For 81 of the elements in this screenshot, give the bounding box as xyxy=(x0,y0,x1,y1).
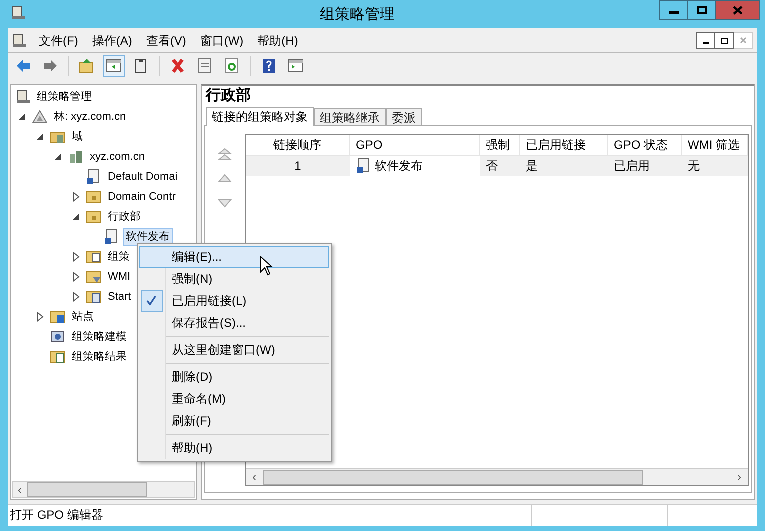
tree-item[interactable]: xyz.com.cn xyxy=(87,148,148,166)
document-icon xyxy=(104,229,120,245)
horizontal-scrollbar[interactable]: ‹ › xyxy=(246,468,748,485)
scroll-right-button[interactable]: › xyxy=(731,468,748,485)
menu-item[interactable]: 操作(A) xyxy=(86,32,138,50)
menu-item[interactable]: 文件(F) xyxy=(33,32,84,50)
document-icon xyxy=(86,169,102,185)
refresh-icon xyxy=(224,58,240,74)
table-cell-text: 否 xyxy=(486,158,498,175)
minimize-button[interactable] xyxy=(696,32,715,49)
folder-icon xyxy=(86,209,102,225)
column-header[interactable]: 已启用链接 xyxy=(520,135,608,155)
status-text: 打开 GPO 编辑器 xyxy=(9,507,104,524)
menu-item[interactable]: 编辑(E)... xyxy=(139,246,329,268)
menu-item[interactable]: 已启用链接(L) xyxy=(165,290,329,312)
triangle-icon xyxy=(32,109,48,125)
menu-item[interactable]: 帮助(H) xyxy=(252,32,304,50)
console-icon xyxy=(11,32,27,48)
column-header[interactable]: GPO xyxy=(350,135,480,155)
tree-item[interactable]: 组策 xyxy=(105,248,133,266)
clipboard-icon xyxy=(133,58,149,74)
restore-button[interactable] xyxy=(715,32,734,49)
mouse-cursor-icon xyxy=(260,256,273,276)
tab[interactable]: 链接的组策略对象 xyxy=(206,107,314,126)
menu-item[interactable]: 窗口(W) xyxy=(194,32,250,50)
delete-icon xyxy=(170,58,186,74)
menu-item[interactable]: 刷新(F) xyxy=(165,410,329,432)
table-cell-text: 软件发布 xyxy=(375,158,423,175)
folder-icon xyxy=(50,349,66,365)
tab[interactable]: 委派 xyxy=(386,108,422,125)
menu-item[interactable]: 删除(D) xyxy=(165,366,329,388)
back-arrow-icon xyxy=(15,58,31,74)
close-icon xyxy=(732,6,742,14)
menu-item[interactable]: 查看(V) xyxy=(140,32,192,50)
horizontal-scrollbar[interactable]: ‹ xyxy=(12,481,195,498)
help-icon xyxy=(261,58,277,74)
close-icon xyxy=(740,37,746,44)
table-cell-text: 1 xyxy=(294,158,302,175)
close-button[interactable] xyxy=(716,0,760,20)
tree-item[interactable]: 组策略建模 xyxy=(69,328,130,346)
panel-title: 行政部 xyxy=(204,86,252,106)
tree-item[interactable]: 组策略结果 xyxy=(69,348,130,366)
tree-item[interactable]: 林: xyz.com.cn xyxy=(51,108,130,126)
tree-item[interactable]: 行政部 xyxy=(105,208,144,226)
toolbar-button[interactable] xyxy=(103,55,125,77)
folder-icon xyxy=(86,289,102,305)
tree-item[interactable]: 站点 xyxy=(69,308,97,326)
properties-icon xyxy=(197,58,213,74)
console-icon xyxy=(10,5,26,21)
folder-icon xyxy=(50,309,66,325)
forward-arrow-icon xyxy=(42,58,58,74)
folder-icon xyxy=(86,249,102,265)
tree-item[interactable]: 组策略管理 xyxy=(34,88,95,106)
menu-item[interactable]: 保存报告(S)... xyxy=(165,312,329,334)
column-header[interactable]: WMI 筛选 xyxy=(682,135,748,155)
table-cell-text: 已启用 xyxy=(614,158,650,175)
tab[interactable]: 组策略继承 xyxy=(314,108,386,125)
folder-icon xyxy=(86,189,102,205)
tree-item[interactable]: WMI xyxy=(105,268,134,286)
tree-item[interactable]: Default Domai xyxy=(105,168,181,186)
folder-up-icon xyxy=(79,58,95,74)
menu-item[interactable]: 重命名(M) xyxy=(165,388,329,410)
tree-item[interactable]: 域 xyxy=(69,128,86,146)
table-cell-text: 无 xyxy=(688,158,700,175)
menu-item[interactable]: 从这里创建窗口(W) xyxy=(165,339,329,361)
column-header[interactable]: 强制 xyxy=(480,135,520,155)
console-icon xyxy=(15,89,31,105)
menu-item[interactable]: 帮助(H) xyxy=(165,437,329,459)
action-pane-icon xyxy=(288,58,304,74)
minimize-button[interactable] xyxy=(659,0,688,20)
tree-item[interactable]: Start xyxy=(105,288,134,306)
folder-icon xyxy=(86,269,102,285)
column-header[interactable]: GPO 状态 xyxy=(608,135,682,155)
scroll-left-button[interactable]: ‹ xyxy=(13,480,27,498)
column-header[interactable]: 链接顺序 xyxy=(246,135,350,155)
pane-icon xyxy=(106,58,122,74)
window-title: 组策略管理 xyxy=(320,5,395,25)
menu-item[interactable]: 强制(N) xyxy=(165,268,329,290)
scroll-left-button[interactable]: ‹ xyxy=(246,468,263,485)
tree-item[interactable]: Domain Contr xyxy=(105,188,179,206)
table-cell-text: 是 xyxy=(526,158,538,175)
